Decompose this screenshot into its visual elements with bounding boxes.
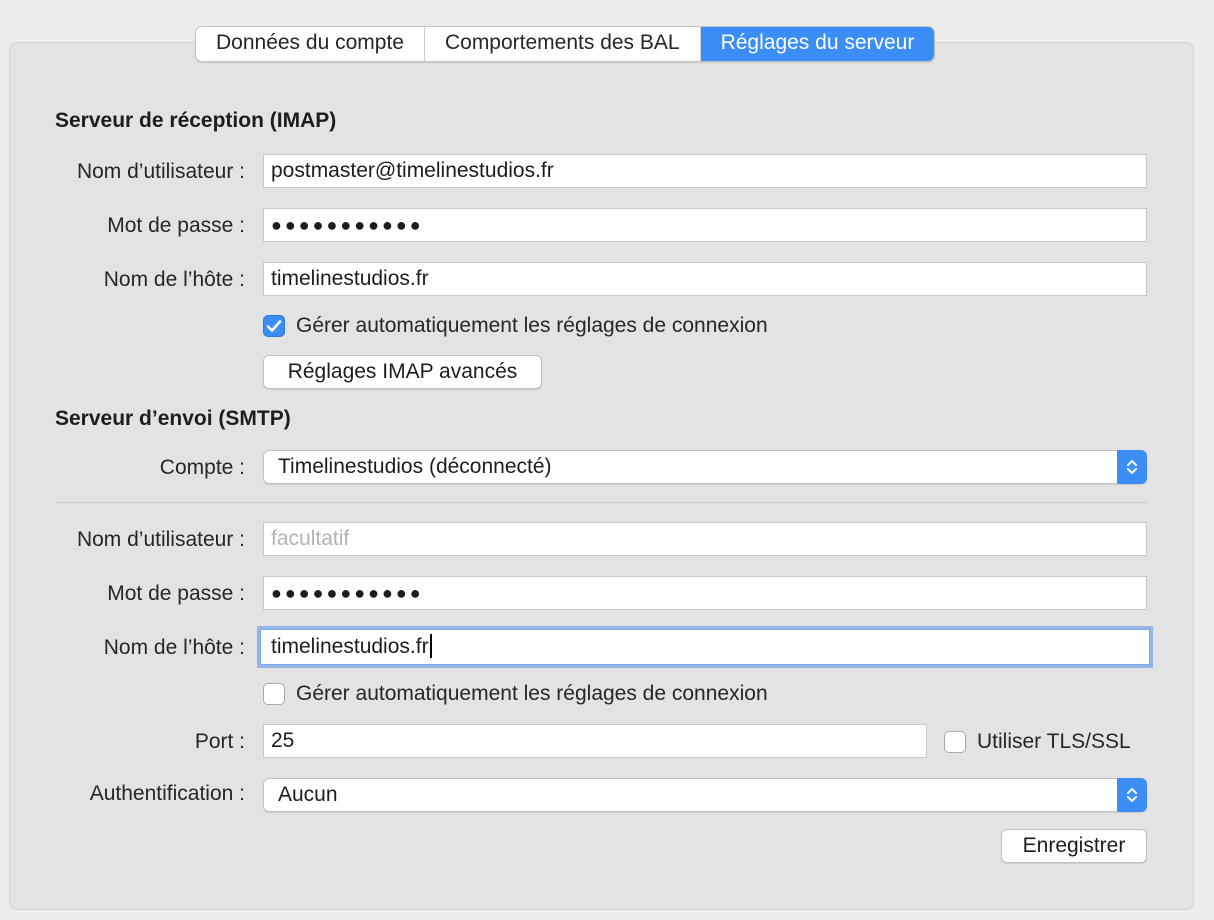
incoming-host-label: Nom de l’hôte : <box>103 268 245 291</box>
section-divider <box>55 502 1147 503</box>
incoming-server-title: Serveur de réception (IMAP) <box>55 109 337 132</box>
save-button[interactable]: Enregistrer <box>1001 829 1147 863</box>
smtp-account-value: Timelinestudios (déconnecté) <box>278 455 552 478</box>
outgoing-host-field[interactable]: timelinestudios.fr <box>260 629 1150 665</box>
tab-bar: Données du compte Comportements des BAL … <box>195 26 936 62</box>
outgoing-host-label: Nom de l’hôte : <box>103 636 245 659</box>
tab-mailbox-behaviors[interactable]: Comportements des BAL <box>425 27 701 61</box>
incoming-password-field[interactable]: ●●●●●●●●●●● <box>263 208 1147 242</box>
outgoing-password-field[interactable]: ●●●●●●●●●●● <box>263 576 1147 610</box>
select-stepper-icon <box>1117 450 1147 484</box>
incoming-host-field[interactable]: timelinestudios.fr <box>263 262 1147 296</box>
outgoing-password-label: Mot de passe : <box>107 582 245 605</box>
authentication-select[interactable]: Aucun <box>263 778 1147 812</box>
incoming-auto-manage-row[interactable]: Gérer automatiquement les réglages de co… <box>263 312 768 340</box>
incoming-username-field[interactable]: postmaster@timelinestudios.fr <box>263 154 1147 188</box>
checkmark-icon <box>266 320 282 332</box>
incoming-username-label: Nom d’utilisateur : <box>76 160 245 183</box>
authentication-value: Aucun <box>278 783 338 806</box>
text-cursor <box>429 633 432 658</box>
outgoing-auto-manage-label: Gérer automatiquement les réglages de co… <box>296 682 768 705</box>
tab-server-settings[interactable]: Réglages du serveur <box>700 27 935 61</box>
tls-ssl-row[interactable]: Utiliser TLS/SSL <box>944 728 1131 756</box>
outgoing-server-title: Serveur d’envoi (SMTP) <box>55 407 291 430</box>
outgoing-auto-manage-row[interactable]: Gérer automatiquement les réglages de co… <box>263 680 768 708</box>
smtp-account-label: Compte : <box>159 456 245 479</box>
outgoing-username-field[interactable]: facultatif <box>263 522 1147 556</box>
tab-account-data[interactable]: Données du compte <box>196 27 425 61</box>
outgoing-username-label: Nom d’utilisateur : <box>76 528 245 551</box>
outgoing-host-value: timelinestudios.fr <box>271 635 429 658</box>
incoming-auto-manage-checkbox[interactable] <box>263 315 285 337</box>
incoming-password-label: Mot de passe : <box>107 214 245 237</box>
advanced-imap-settings-button[interactable]: Réglages IMAP avancés <box>263 355 542 389</box>
outgoing-auto-manage-checkbox[interactable] <box>263 683 285 705</box>
authentication-label: Authentification : <box>89 782 245 805</box>
port-label: Port : <box>194 730 245 753</box>
port-field[interactable]: 25 <box>263 724 927 758</box>
select-stepper-icon <box>1117 778 1147 812</box>
tls-ssl-label: Utiliser TLS/SSL <box>977 730 1131 753</box>
tls-ssl-checkbox[interactable] <box>944 731 966 753</box>
incoming-auto-manage-label: Gérer automatiquement les réglages de co… <box>296 314 768 337</box>
smtp-account-select[interactable]: Timelinestudios (déconnecté) <box>263 450 1147 484</box>
